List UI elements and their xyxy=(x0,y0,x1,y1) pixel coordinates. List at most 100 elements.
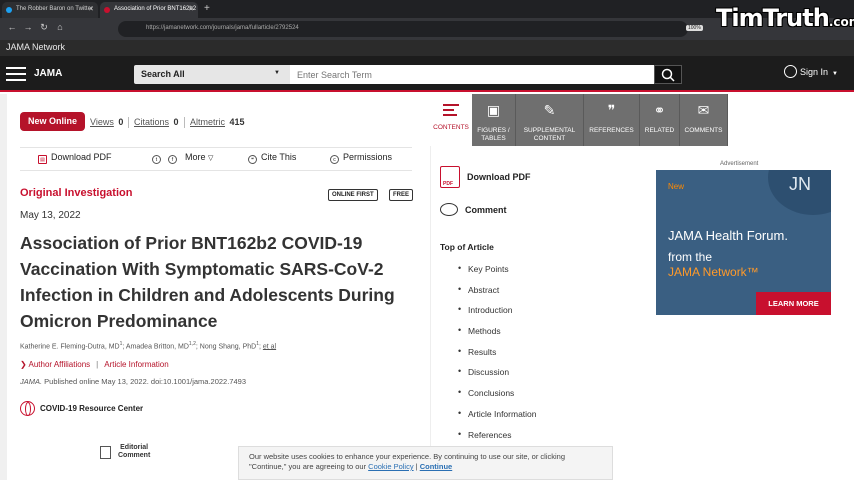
tab-label: CONTENTS xyxy=(433,124,469,131)
tab-comments[interactable]: ✉ COMMENTS xyxy=(680,94,728,146)
watermark: TimTruth.com xyxy=(716,4,854,32)
cite-this-label: Cite This xyxy=(261,152,297,162)
toc-item[interactable]: Discussion xyxy=(458,366,537,388)
cookie-text: Our website uses cookies to enhance your… xyxy=(249,452,566,461)
tab-references[interactable]: ❞ REFERENCES xyxy=(584,94,640,146)
tab-title: The Robber Baron on Twitter xyxy=(16,6,93,12)
article-citation: JAMA. Published online May 13, 2022. doi… xyxy=(20,377,246,386)
author-affiliations-link[interactable]: Author Affiliations xyxy=(28,360,90,369)
forward-icon[interactable]: → xyxy=(22,22,34,32)
divider xyxy=(184,117,185,128)
sign-in-button[interactable]: Sign In ▼ xyxy=(784,65,838,78)
article-type[interactable]: Original Investigation xyxy=(20,187,132,199)
download-pdf-label: Download PDF xyxy=(51,152,112,162)
pdf-icon: ▤ xyxy=(38,155,47,164)
more-label: More xyxy=(185,152,206,162)
jama-favicon-icon xyxy=(104,7,110,13)
new-online-badge[interactable]: New Online xyxy=(20,112,85,131)
toc-item[interactable]: Results xyxy=(458,346,537,368)
jama-network-logo[interactable]: JAMA Network xyxy=(6,42,65,52)
search-button[interactable] xyxy=(654,65,682,84)
share-facebook-button[interactable]: f xyxy=(168,152,181,164)
et-al-link[interactable]: et al xyxy=(263,343,276,350)
online-first-badge: ONLINE FIRST xyxy=(328,189,378,201)
menu-icon[interactable] xyxy=(6,67,26,81)
cookie-banner: Our website uses cookies to enhance your… xyxy=(238,446,613,480)
chevron-down-icon: ▽ xyxy=(208,155,214,162)
chevron-down-icon: ▼ xyxy=(832,71,838,77)
jama-logo[interactable]: JAMA xyxy=(34,68,62,79)
author-list: Katherine E. Fleming-Dutra, MD1; Amadea … xyxy=(20,341,277,351)
comment-label: Comment xyxy=(465,205,507,215)
tab-figures-tables[interactable]: ▣ FIGURES / TABLES xyxy=(472,94,516,146)
cookie-policy-link[interactable]: Cookie Policy xyxy=(368,462,413,471)
article-information-link[interactable]: Article Information xyxy=(104,360,168,369)
toc-item[interactable]: Conclusions xyxy=(458,387,537,409)
tab-supplemental-content[interactable]: ✎ SUPPLEMENTAL CONTENT xyxy=(516,94,584,146)
cite-this-button[interactable]: ❝ Cite This xyxy=(248,152,296,164)
divider xyxy=(128,117,129,128)
more-share-button[interactable]: More ▽ xyxy=(185,152,213,162)
ad-new-label: New xyxy=(668,182,685,191)
close-tab-icon[interactable]: ✕ xyxy=(88,5,94,13)
facebook-icon: f xyxy=(168,155,177,164)
table-of-contents: Key Points Abstract Introduction Methods… xyxy=(458,263,537,450)
link-icon: ⚭ xyxy=(653,102,666,118)
url-text: https://jamanetwork.com/journals/jama/fu… xyxy=(146,25,299,31)
share-twitter-button[interactable]: t xyxy=(152,152,165,164)
back-icon[interactable]: ← xyxy=(6,22,18,32)
continue-link[interactable]: Continue xyxy=(420,462,453,471)
editorial-comment-link[interactable]: Editorial Comment xyxy=(118,444,150,460)
advertisement-banner[interactable]: New JN JAMA Health Forum. from the JAMA … xyxy=(656,170,831,315)
views-metric[interactable]: Views 0 xyxy=(90,117,123,127)
author-links: ❯ Author Affiliations | Article Informatio… xyxy=(20,360,169,369)
author-name[interactable]: Nong Shang, PhD xyxy=(200,343,256,350)
covid-resource-center-link[interactable]: COVID-19 Resource Center xyxy=(20,401,143,416)
toc-item[interactable]: Methods xyxy=(458,325,537,347)
image-icon: ▣ xyxy=(486,102,501,118)
free-badge: FREE xyxy=(389,189,414,201)
permissions-label: Permissions xyxy=(343,152,393,162)
tab-contents[interactable]: CONTENTS xyxy=(430,94,472,146)
twitter-icon: t xyxy=(152,155,161,164)
tab-related[interactable]: ⚭ RELATED xyxy=(640,94,680,146)
author-name[interactable]: Katherine E. Fleming-Dutra, MD xyxy=(20,343,120,350)
toc-item[interactable]: Key Points xyxy=(458,263,537,285)
quote-icon: ❞ xyxy=(607,102,616,118)
quote-icon: ❝ xyxy=(248,155,257,164)
pdf-icon xyxy=(440,166,460,191)
top-of-article-link[interactable]: Top of Article xyxy=(440,242,494,252)
author-name[interactable]: Amadea Britton, MD xyxy=(126,343,189,350)
ad-network: JAMA Network™ xyxy=(668,265,759,279)
download-pdf-button[interactable]: ▤ Download PDF xyxy=(38,152,112,164)
reload-icon[interactable]: ↻ xyxy=(38,22,50,33)
address-bar[interactable]: https://jamanetwork.com/journals/jama/fu… xyxy=(118,21,688,37)
download-pdf-label: Download PDF xyxy=(467,172,531,182)
citations-metric[interactable]: Citations 0 xyxy=(134,117,179,127)
toc-item[interactable]: Introduction xyxy=(458,304,537,326)
toc-item[interactable]: Abstract xyxy=(458,284,537,306)
sidebar-download-pdf-link[interactable]: Download PDF xyxy=(440,166,531,191)
permissions-button[interactable]: c Permissions xyxy=(330,152,392,164)
altmetric-metric[interactable]: Altmetric 415 xyxy=(190,117,245,127)
document-icon xyxy=(100,446,111,459)
home-icon[interactable]: ⌂ xyxy=(54,22,66,32)
zoom-indicator[interactable]: 100% xyxy=(686,25,703,31)
close-tab-icon[interactable]: ✕ xyxy=(188,5,194,13)
search-scope-select[interactable]: Search All ▼ xyxy=(134,65,290,84)
globe-icon xyxy=(20,401,35,416)
sidebar-comment-link[interactable]: Comment xyxy=(440,203,507,217)
chevron-right-icon: ❯ xyxy=(20,360,27,369)
browser-tab-twitter[interactable]: The Robber Baron on Twitter ✕ xyxy=(2,2,98,18)
chevron-down-icon: ▼ xyxy=(274,70,280,76)
browser-tab-jama[interactable]: Association of Prior BNT162b2 ✕ xyxy=(100,2,198,18)
column-divider xyxy=(430,94,431,480)
learn-more-button[interactable]: LEARN MORE xyxy=(756,292,831,315)
toc-item[interactable]: Article Information xyxy=(458,408,537,430)
search-icon xyxy=(661,68,675,82)
new-tab-button[interactable]: + xyxy=(204,3,210,14)
twitter-favicon-icon xyxy=(6,7,12,13)
advertisement-label: Advertisement xyxy=(720,161,759,167)
search-scope-label: Search All xyxy=(141,69,185,79)
search-input[interactable] xyxy=(290,65,654,84)
